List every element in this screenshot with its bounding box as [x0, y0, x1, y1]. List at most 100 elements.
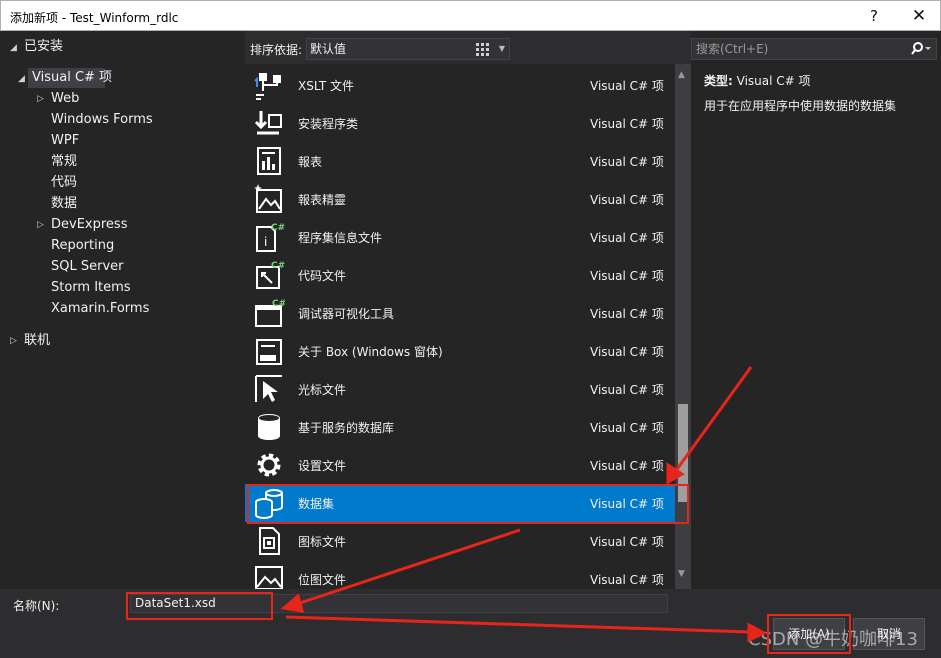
- tree-node-xamarin-forms[interactable]: Xamarin.Forms: [51, 299, 149, 319]
- grid-view-icon: [476, 43, 489, 56]
- xslt-icon: [254, 73, 281, 100]
- report-icon: [257, 147, 281, 175]
- icon-file-icon: [259, 527, 280, 555]
- item-type: Visual C# 项: [590, 535, 664, 549]
- list-item-report-wizard[interactable]: 報表精靈 Visual C# 项: [245, 180, 675, 218]
- tree-node-code[interactable]: 代码: [51, 173, 77, 193]
- list-item-about-box[interactable]: 关于 Box (Windows 窗体) Visual C# 项: [245, 332, 675, 370]
- item-name: 调试器可视化工具: [298, 307, 395, 321]
- search-input[interactable]: 搜索(Ctrl+E): [691, 38, 937, 60]
- type-value: Visual C# 项: [736, 74, 811, 88]
- list-item-bitmap-file[interactable]: 位图文件 Visual C# 项: [245, 560, 675, 589]
- service-database-icon: [258, 414, 280, 440]
- item-type: Visual C# 项: [590, 345, 664, 359]
- item-type: Visual C# 项: [590, 497, 664, 511]
- list-item-icon-file[interactable]: 图标文件 Visual C# 项: [245, 522, 675, 560]
- collapse-arrow-icon[interactable]: ◢: [10, 43, 17, 53]
- scroll-down-icon[interactable]: ▼: [678, 569, 685, 579]
- item-name: 图标文件: [298, 535, 347, 549]
- window-title: 添加新项 - Test_Winform_rdlc: [10, 11, 179, 25]
- tree-node-devexpress[interactable]: DevExpress: [51, 215, 127, 235]
- item-name: 光标文件: [298, 383, 347, 397]
- search-icon[interactable]: [910, 41, 932, 57]
- svg-text:C#: C#: [271, 223, 285, 233]
- tree-node-reporting[interactable]: Reporting: [51, 236, 114, 256]
- tree-node-general[interactable]: 常规: [51, 152, 77, 172]
- expand-arrow-icon[interactable]: ▷: [10, 336, 17, 346]
- list-item-report[interactable]: 報表 Visual C# 项: [245, 142, 675, 180]
- list-item-code-file[interactable]: C# 代码文件 Visual C# 项: [245, 256, 675, 294]
- item-name: 程序集信息文件: [298, 231, 383, 245]
- list-item-cursor-file[interactable]: 光标文件 Visual C# 项: [245, 370, 675, 408]
- item-name: 報表精靈: [298, 193, 347, 207]
- item-type: Visual C# 项: [590, 573, 664, 587]
- item-type: Visual C# 项: [590, 193, 664, 207]
- item-name: 设置文件: [298, 459, 347, 473]
- item-type: Visual C# 项: [590, 79, 664, 93]
- expand-arrow-icon[interactable]: ▷: [37, 94, 44, 104]
- report-wizard-icon: [254, 184, 282, 213]
- svg-text:C#: C#: [271, 261, 285, 271]
- svg-text:i: i: [264, 235, 267, 249]
- assembly-info-icon: i C#: [256, 223, 285, 252]
- item-name: 数据集: [298, 497, 335, 511]
- collapse-arrow-icon[interactable]: ◢: [18, 74, 25, 84]
- debugger-visualizer-icon: C#: [255, 299, 285, 327]
- item-name: 代码文件: [298, 269, 347, 283]
- item-type: Visual C# 项: [590, 307, 664, 321]
- item-name: 关于 Box (Windows 窗体): [298, 345, 443, 359]
- tree-node-visual-csharp[interactable]: Visual C# 项: [28, 68, 112, 88]
- tree-node-data[interactable]: 数据: [51, 194, 77, 214]
- name-field[interactable]: DataSet1.xsd: [130, 594, 668, 613]
- tree-node-installed[interactable]: 已安装: [24, 37, 63, 57]
- installer-class-icon: [254, 111, 282, 135]
- type-info: 类型: Visual C# 项: [704, 72, 811, 89]
- item-type: Visual C# 项: [590, 117, 664, 131]
- item-type: Visual C# 项: [590, 421, 664, 435]
- tree-node-storm-items[interactable]: Storm Items: [51, 278, 131, 298]
- tree-node-web[interactable]: Web: [51, 89, 79, 109]
- grid-view-button[interactable]: [471, 38, 493, 60]
- tree-node-sql-server[interactable]: SQL Server: [51, 257, 124, 277]
- tree-node-wpf[interactable]: WPF: [51, 131, 79, 151]
- help-button[interactable]: ?: [854, 4, 894, 28]
- item-description: 用于在应用程序中使用数据的数据集: [704, 99, 897, 113]
- item-type: Visual C# 项: [590, 231, 664, 245]
- cursor-file-icon: [255, 375, 282, 402]
- scrollbar-thumb[interactable]: [678, 404, 688, 502]
- tree-node-online[interactable]: 联机: [24, 331, 50, 351]
- item-type: Visual C# 项: [590, 383, 664, 397]
- tree-node-windows-forms[interactable]: Windows Forms: [51, 110, 153, 130]
- item-name: 基于服务的数据库: [298, 421, 395, 435]
- toolbar: 排序依据: 默认值 ▼: [245, 31, 925, 620]
- list-item-service-database[interactable]: 基于服务的数据库 Visual C# 项: [245, 408, 675, 446]
- code-file-icon: C#: [256, 261, 285, 289]
- dataset-icon: [255, 489, 283, 519]
- list-scrollbar[interactable]: ▲ ▼: [675, 64, 691, 589]
- item-name: 報表: [298, 155, 323, 169]
- category-tree: ◢ 已安装 ◢ Visual C# 项 ▷ Web Windows Forms …: [0, 31, 245, 589]
- sort-label: 排序依据:: [250, 43, 303, 57]
- list-item-settings-file[interactable]: 设置文件 Visual C# 项: [245, 446, 675, 484]
- about-box-icon: [256, 339, 282, 365]
- template-list: XSLT 文件 Visual C# 项 安装程序类 Visual C# 项 報表…: [245, 64, 675, 589]
- name-label: 名称(N):: [13, 599, 60, 613]
- search-placeholder: 搜索(Ctrl+E): [696, 42, 769, 56]
- list-item-installer-class[interactable]: 安装程序类 Visual C# 项: [245, 104, 675, 142]
- watermark: CSDN @牛奶咖啡13: [748, 629, 918, 650]
- list-item-xslt[interactable]: XSLT 文件 Visual C# 项: [245, 66, 675, 104]
- item-type: Visual C# 项: [590, 459, 664, 473]
- list-item-dataset[interactable]: 数据集 Visual C# 项: [245, 484, 675, 522]
- expand-arrow-icon[interactable]: ▷: [37, 220, 44, 230]
- details-panel: 搜索(Ctrl+E) 类型: Visual C# 项 用于在应用程序中使用数据的…: [691, 31, 941, 589]
- item-type: Visual C# 项: [590, 269, 664, 283]
- bitmap-file-icon: [255, 566, 283, 589]
- list-item-assembly-info[interactable]: i C# 程序集信息文件 Visual C# 项: [245, 218, 675, 256]
- list-item-debugger-visualizer[interactable]: C# 调试器可视化工具 Visual C# 项: [245, 294, 675, 332]
- scroll-up-icon[interactable]: ▲: [678, 70, 685, 80]
- close-button[interactable]: ✕: [899, 4, 939, 28]
- chevron-down-icon: ▼: [498, 44, 505, 53]
- item-name: 位图文件: [298, 573, 347, 587]
- svg-text:C#: C#: [272, 299, 285, 309]
- sort-value: 默认值: [310, 42, 347, 56]
